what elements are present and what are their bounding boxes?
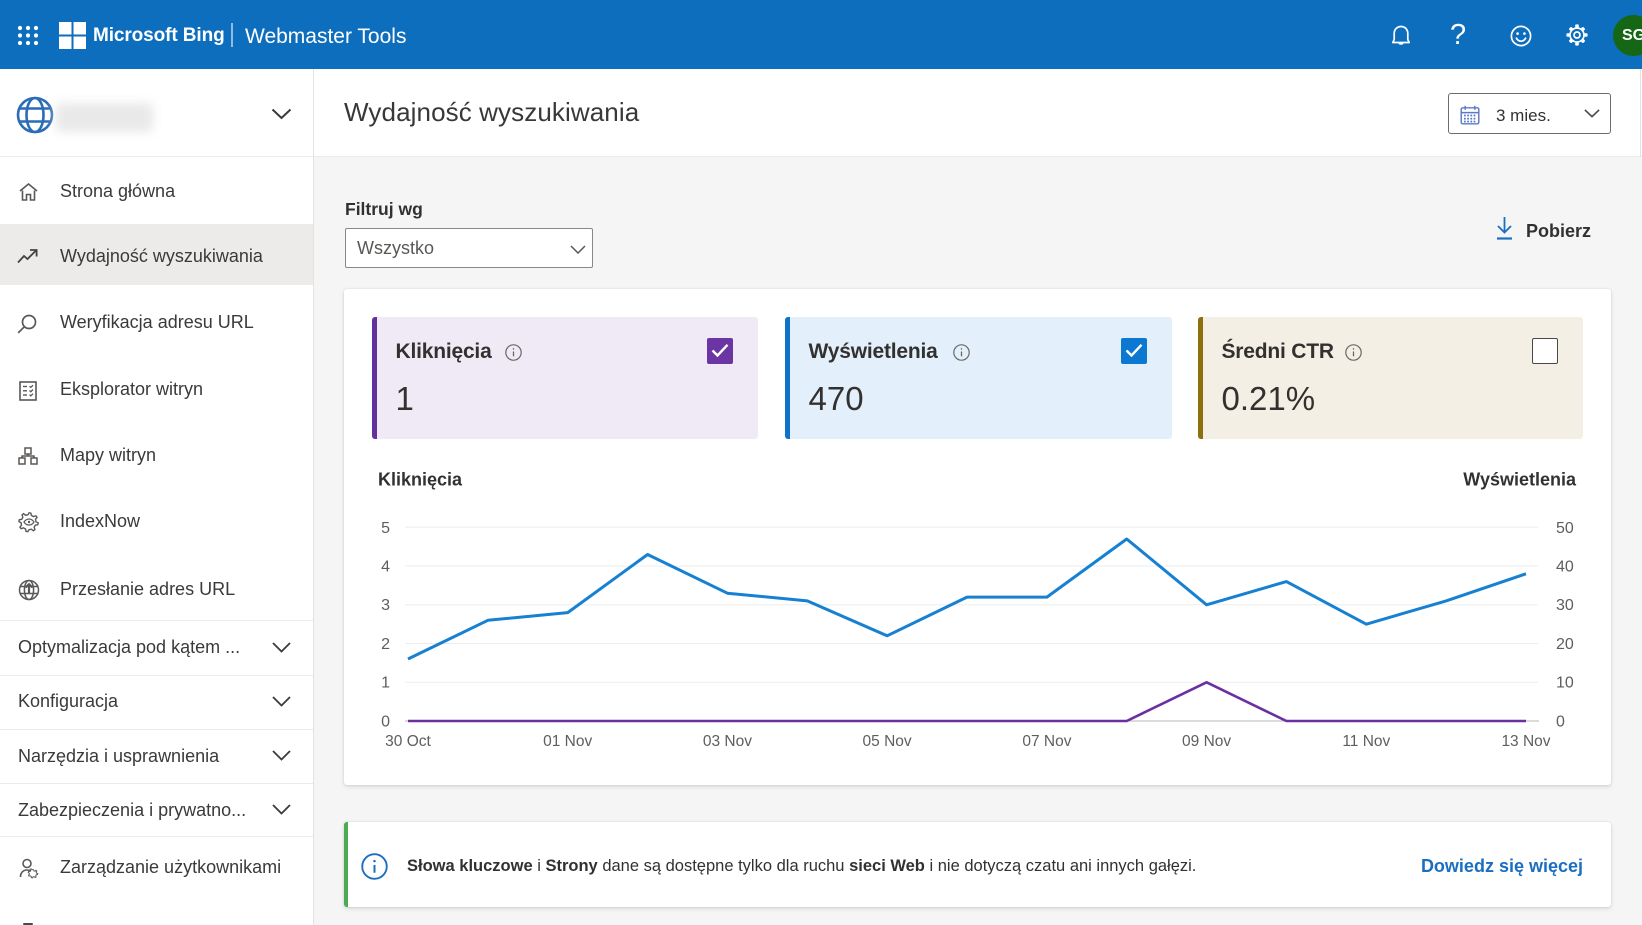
svg-text:0: 0 xyxy=(1556,714,1565,731)
svg-text:5: 5 xyxy=(381,520,390,537)
svg-text:07 Nov: 07 Nov xyxy=(1022,733,1071,750)
svg-text:05 Nov: 05 Nov xyxy=(863,733,912,750)
svg-text:50: 50 xyxy=(1556,520,1574,537)
svg-text:4: 4 xyxy=(381,559,390,576)
svg-text:30: 30 xyxy=(1556,597,1574,614)
svg-text:0: 0 xyxy=(381,714,390,731)
svg-text:01 Nov: 01 Nov xyxy=(543,733,592,750)
svg-text:3: 3 xyxy=(381,597,390,614)
svg-text:1: 1 xyxy=(381,675,390,692)
svg-text:11 Nov: 11 Nov xyxy=(1342,733,1390,750)
svg-text:Wyświetlenia: Wyświetlenia xyxy=(1463,470,1577,490)
svg-text:30 Oct: 30 Oct xyxy=(385,733,431,750)
svg-text:09 Nov: 09 Nov xyxy=(1182,733,1231,750)
svg-text:10: 10 xyxy=(1556,675,1574,692)
svg-text:20: 20 xyxy=(1556,636,1574,653)
svg-text:13 Nov: 13 Nov xyxy=(1501,733,1550,750)
svg-text:Kliknięcia: Kliknięcia xyxy=(378,470,463,490)
svg-text:40: 40 xyxy=(1556,559,1574,576)
svg-text:03 Nov: 03 Nov xyxy=(703,733,752,750)
svg-text:2: 2 xyxy=(381,636,390,653)
